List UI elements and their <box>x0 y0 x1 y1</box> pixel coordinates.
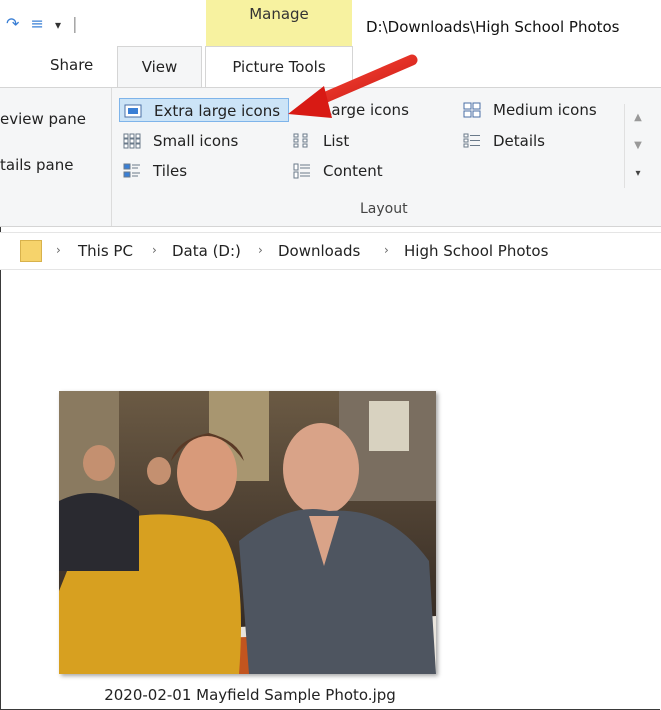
layout-item-label: Extra large icons <box>154 102 281 120</box>
layout-item-label: Medium icons <box>493 101 597 119</box>
gallery-scroll-down-icon[interactable]: ▼ <box>625 132 651 160</box>
address-bar[interactable]: › This PC › Data (D:) › Downloads › High… <box>0 232 661 270</box>
tab-view[interactable]: View <box>117 46 202 87</box>
customize-qat-icon[interactable]: ▾ <box>55 18 61 32</box>
details-icon <box>463 133 480 148</box>
layout-extra-large-icons[interactable]: Extra large icons <box>119 98 289 122</box>
medium-icons-icon <box>463 102 481 118</box>
photo-image <box>59 391 436 674</box>
breadcrumb-data-drive[interactable]: Data (D:) <box>172 242 241 260</box>
chevron-right-icon[interactable]: › <box>258 243 263 257</box>
annotation-arrow <box>288 54 418 118</box>
chevron-right-icon[interactable]: › <box>384 243 389 257</box>
layout-small-icons[interactable]: Small icons <box>119 129 238 153</box>
gallery-scroll-up-icon[interactable]: ▲ <box>625 104 651 132</box>
details-pane-button[interactable]: tails pane <box>0 156 73 174</box>
layout-item-label: Details <box>493 132 546 150</box>
redo-icon[interactable]: ↷ <box>6 14 19 33</box>
tab-share[interactable]: Share <box>50 56 93 74</box>
extra-large-icons-icon <box>124 104 142 118</box>
qat-divider: | <box>72 14 78 33</box>
tiles-icon <box>123 163 140 178</box>
chevron-right-icon[interactable]: › <box>56 243 61 257</box>
folder-icon <box>20 240 42 262</box>
properties-icon[interactable]: ≡ <box>31 14 44 33</box>
layout-medium-icons[interactable]: Medium icons <box>459 98 597 122</box>
layout-item-label: Content <box>323 162 383 180</box>
gallery-expand-icon[interactable]: ▾ <box>625 160 651 188</box>
ribbon-divider <box>111 88 112 226</box>
content-icon <box>293 163 310 179</box>
layout-group-label: Layout <box>360 201 408 217</box>
preview-pane-button[interactable]: eview pane <box>0 110 86 128</box>
breadcrumb-high-school-photos[interactable]: High School Photos <box>404 242 548 260</box>
small-icons-icon <box>123 133 141 149</box>
layout-content[interactable]: Content <box>289 159 383 183</box>
breadcrumb-this-pc[interactable]: This PC <box>78 242 133 260</box>
layout-item-label: Tiles <box>153 162 188 180</box>
breadcrumb-downloads[interactable]: Downloads <box>278 242 360 260</box>
layout-item-label: Small icons <box>153 132 239 150</box>
photo-thumbnail[interactable] <box>59 391 436 674</box>
file-name-label[interactable]: 2020-02-01 Mayfield Sample Photo.jpg <box>0 686 500 704</box>
window-title: D:\Downloads\High School Photos <box>366 18 620 36</box>
layout-details[interactable]: Details <box>459 129 545 153</box>
layout-tiles[interactable]: Tiles <box>119 159 187 183</box>
chevron-right-icon[interactable]: › <box>152 243 157 257</box>
quick-access-toolbar: ↷ ≡ ▾ | <box>6 14 84 33</box>
layout-gallery-scroll: ▲ ▼ ▾ <box>624 104 651 188</box>
